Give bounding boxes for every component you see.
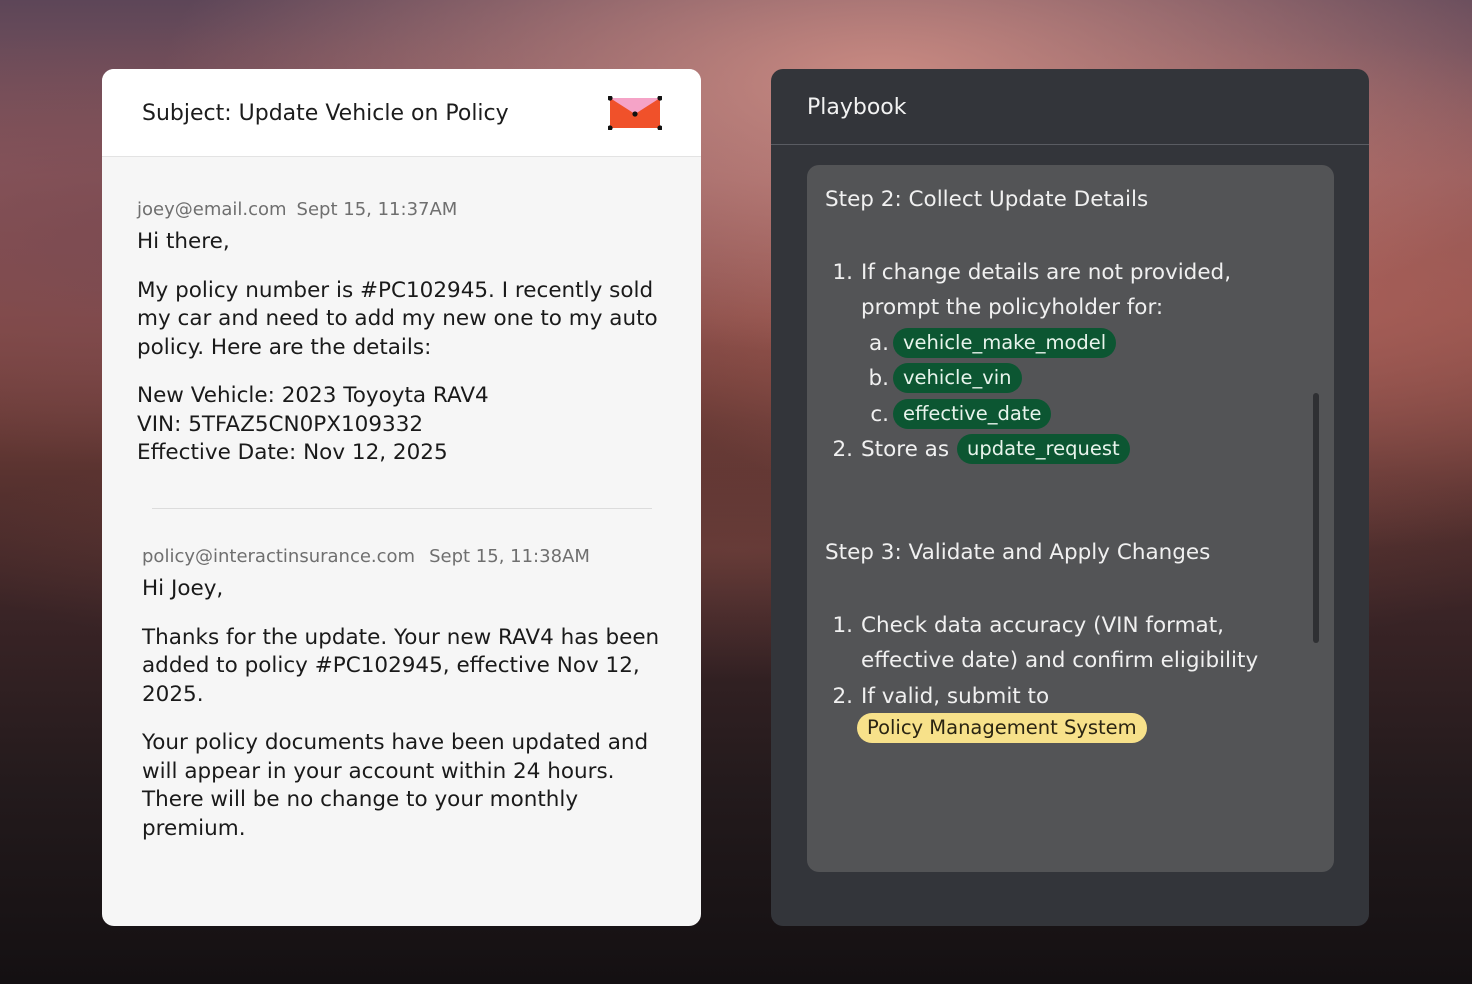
step-2-item-2: 2. Store as update_request	[831, 433, 1130, 465]
item-text: Check data accuracy (VIN format,	[861, 612, 1224, 638]
field-pill-vehicle-vin: vehicle_vin	[893, 363, 1022, 393]
message-body: Hi Joey, Thanks for the update. Your new…	[142, 575, 672, 843]
field-pill-update-request: update_request	[957, 434, 1130, 464]
playbook-header: Playbook	[771, 69, 1369, 145]
step-3-item-1: 1. Check data accuracy (VIN format,	[831, 609, 1224, 641]
step-2-title: Step 2: Collect Update Details	[825, 187, 1149, 212]
playbook-panel: Playbook Step 2: Collect Update Details …	[771, 69, 1369, 926]
item-number: 2.	[832, 683, 853, 709]
message-body: Hi there, My policy number is #PC102945.…	[137, 228, 667, 468]
item-text: If valid, submit to	[861, 683, 1050, 709]
playbook-title: Playbook	[807, 95, 907, 120]
message-meta: joey@email.com Sept 15, 11:37AM	[137, 199, 667, 220]
message-paragraph: My policy number is #PC102945. I recentl…	[137, 277, 658, 360]
item-text: Store as	[861, 436, 950, 462]
message-paragraph: Your policy documents have been updated …	[142, 730, 649, 841]
email-message-reply: policy@interactinsurance.com Sept 15, 11:…	[142, 546, 672, 843]
detail-vehicle: New Vehicle: 2023 Toyoyta RAV4	[137, 383, 489, 408]
subitem-letter: b.	[868, 365, 889, 391]
email-message-customer: joey@email.com Sept 15, 11:37AM Hi there,…	[137, 199, 667, 468]
message-sender: policy@interactinsurance.com	[142, 546, 416, 567]
item-number: 2.	[832, 436, 853, 462]
step-3-item-2-continued: Policy Management System	[857, 712, 1147, 744]
field-pill-vehicle-make-model: vehicle_make_model	[893, 328, 1117, 358]
email-subject: Subject: Update Vehicle on Policy	[142, 101, 509, 126]
step-2-item-1-continued: prompt the policyholder for:	[861, 291, 1163, 323]
message-details: New Vehicle: 2023 Toyoyta RAV4 VIN: 5TFA…	[137, 382, 667, 468]
step-3-title: Step 3: Validate and Apply Changes	[825, 540, 1211, 565]
step-2-item-1: 1. If change details are not provided,	[831, 256, 1231, 288]
detail-effective-date: Effective Date: Nov 12, 2025	[137, 440, 448, 465]
message-greeting: Hi Joey,	[142, 576, 224, 601]
playbook-scrollbar[interactable]	[1313, 393, 1319, 643]
playbook-steps-card[interactable]: Step 2: Collect Update Details 1. If cha…	[807, 165, 1334, 872]
step-2-subitem-a: a. vehicle_make_model	[867, 327, 1117, 359]
message-meta: policy@interactinsurance.com Sept 15, 11:…	[142, 546, 672, 567]
email-panel: Subject: Update Vehicle on Policy joey@e…	[102, 69, 701, 926]
subitem-letter: a.	[868, 330, 889, 356]
message-time: Sept 15, 11:37AM	[296, 199, 458, 220]
envelope-icon	[608, 96, 662, 130]
step-2-subitem-c: c. effective_date	[867, 398, 1052, 430]
item-number: 1.	[832, 612, 853, 638]
step-3-item-2: 2. If valid, submit to	[831, 680, 1049, 712]
email-header: Subject: Update Vehicle on Policy	[102, 69, 701, 157]
field-pill-effective-date: effective_date	[893, 399, 1052, 429]
step-2-subitem-b: b. vehicle_vin	[867, 362, 1022, 394]
item-number: 1.	[832, 259, 853, 285]
message-divider	[152, 508, 652, 509]
item-text: If change details are not provided,	[861, 259, 1232, 285]
detail-vin: VIN: 5TFAZ5CN0PX109332	[137, 411, 424, 437]
message-sender: joey@email.com	[137, 199, 287, 220]
message-paragraph: Thanks for the update. Your new RAV4 has…	[142, 624, 660, 707]
item-text: prompt the policyholder for:	[861, 294, 1164, 320]
item-text: effective date) and confirm eligibility	[861, 647, 1259, 673]
message-time: Sept 15, 11:38AM	[429, 546, 590, 567]
subitem-letter: c.	[870, 401, 889, 427]
message-greeting: Hi there,	[137, 229, 230, 254]
step-3-item-1-continued: effective date) and confirm eligibility	[861, 644, 1258, 676]
system-pill-policy-management: Policy Management System	[857, 713, 1147, 743]
